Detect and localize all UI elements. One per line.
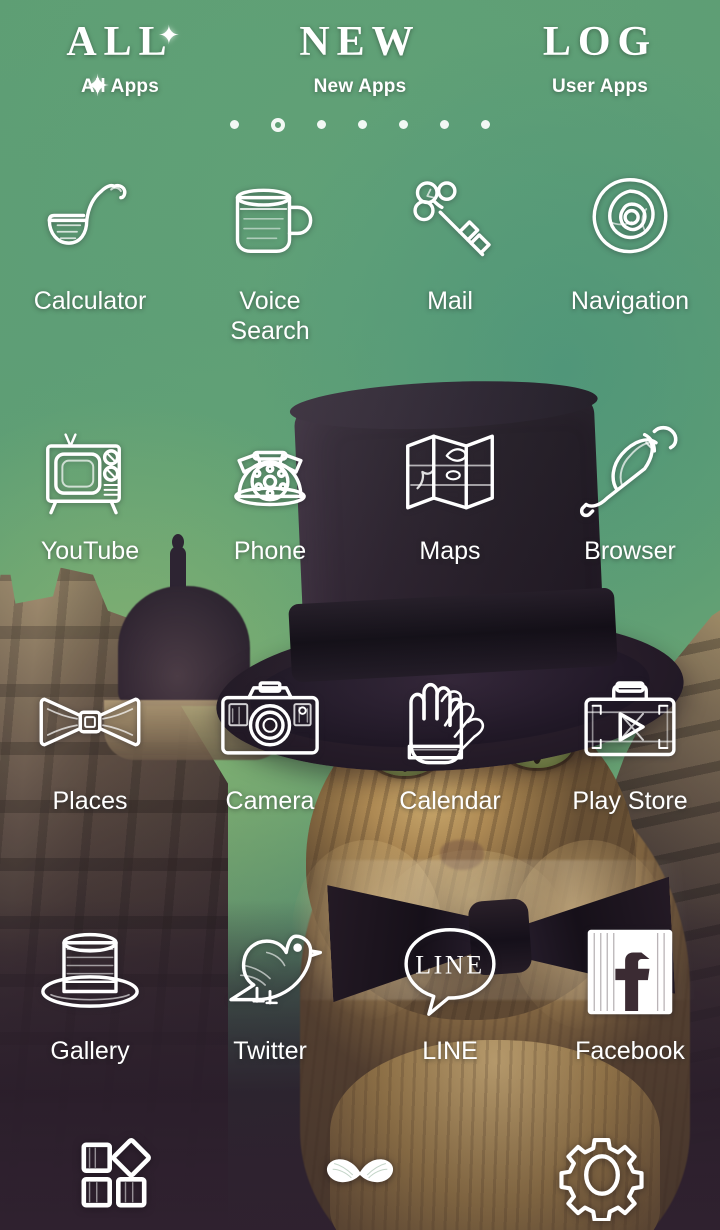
app-icon-play-store[interactable]: Play Store (540, 656, 720, 906)
four-tiles-icon (81, 1138, 151, 1208)
app-icon-youtube[interactable]: YouTube (0, 406, 180, 656)
app-icon-browser[interactable]: Browser (540, 406, 720, 656)
app-label: Gallery (50, 1037, 130, 1065)
app-icon-gallery[interactable]: Gallery (0, 906, 180, 1156)
tab-new-apps-label: New Apps (313, 76, 407, 97)
app-label: YouTube (40, 537, 140, 565)
app-icon-twitter[interactable]: Twitter (180, 906, 360, 1156)
app-label: Browser (584, 537, 676, 565)
coffee-mug-icon (218, 170, 322, 274)
app-label: Calculator (33, 287, 147, 315)
header-tabs: ALL All Apps ✦ ✦ NEW New Apps LOG User A… (0, 0, 720, 120)
smoking-pipe-icon (38, 170, 142, 274)
app-label: Camera (225, 787, 315, 815)
app-icon-calculator[interactable]: Calculator (0, 156, 180, 406)
line-speech-bubble-icon: LINE (398, 920, 502, 1024)
app-label: Phone (233, 537, 307, 565)
svg-text:LINE: LINE (415, 951, 485, 980)
page-indicator[interactable] (0, 118, 720, 132)
app-label: Maps (419, 537, 481, 565)
bottom-dock (0, 1120, 720, 1230)
tab-new-apps-title: NEW (299, 19, 421, 65)
app-icon-navigation[interactable]: Navigation (540, 156, 720, 406)
app-label: LINE (422, 1037, 478, 1065)
app-icon-mail[interactable]: Mail (360, 156, 540, 406)
retro-tv-icon (38, 420, 142, 524)
bow-tie-icon (38, 670, 142, 774)
page-dot-2[interactable] (271, 118, 285, 132)
page-dot-7[interactable] (481, 120, 490, 129)
tab-user-apps-label: User Apps (551, 76, 649, 97)
page-dot-6[interactable] (440, 120, 449, 129)
page-dot-1[interactable] (230, 120, 239, 129)
tab-all-apps-label: All Apps (81, 76, 159, 97)
rotary-phone-icon (218, 420, 322, 524)
app-icon-facebook[interactable]: Facebook (540, 906, 720, 1156)
app-icon-calendar[interactable]: Calendar (360, 656, 540, 906)
app-label: Play Store (572, 787, 688, 815)
tab-all-apps[interactable]: ALL All Apps ✦ ✦ (20, 16, 220, 102)
top-hat-icon (38, 920, 142, 1024)
suitcase-play-icon (578, 670, 682, 774)
page-dot-5[interactable] (399, 120, 408, 129)
vintage-camera-icon (218, 670, 322, 774)
tab-all-apps-title: ALL (66, 19, 174, 65)
key-icon (398, 170, 502, 274)
app-icon-phone[interactable]: Phone (180, 406, 360, 656)
app-icon-maps[interactable]: Maps (360, 406, 540, 656)
app-grid: Calculator Voice Search Mail Navigation … (0, 156, 720, 1156)
app-icon-voice-search[interactable]: Voice Search (180, 156, 360, 406)
tab-user-apps-title: LOG (542, 19, 658, 65)
gear-icon (559, 1137, 644, 1221)
app-icon-places[interactable]: Places (0, 656, 180, 906)
app-icon-camera[interactable]: Camera (180, 656, 360, 906)
app-label: Facebook (575, 1037, 685, 1065)
app-drawer-button[interactable] (68, 1129, 160, 1221)
page-dot-3[interactable] (317, 120, 326, 129)
app-label: Mail (427, 287, 473, 315)
facebook-f-icon (578, 920, 682, 1024)
umbrella-icon (578, 420, 682, 524)
app-label: Calendar (399, 787, 501, 815)
app-label: Twitter (233, 1037, 307, 1065)
mustache-icon (326, 1159, 394, 1183)
folded-map-icon (398, 420, 502, 524)
app-label: Voice Search (230, 287, 310, 345)
tab-user-apps[interactable]: LOG User Apps (500, 16, 700, 98)
tab-new-apps[interactable]: NEW New Apps (260, 16, 460, 98)
home-button[interactable] (314, 1129, 406, 1221)
bird-icon (218, 920, 322, 1024)
settings-button[interactable] (556, 1129, 648, 1221)
gloves-icon (398, 670, 502, 774)
app-label: Places (52, 787, 128, 815)
app-label: Navigation (570, 287, 690, 315)
page-dot-4[interactable] (358, 120, 367, 129)
rose-icon (578, 170, 682, 274)
app-icon-line[interactable]: LINE LINE (360, 906, 540, 1156)
